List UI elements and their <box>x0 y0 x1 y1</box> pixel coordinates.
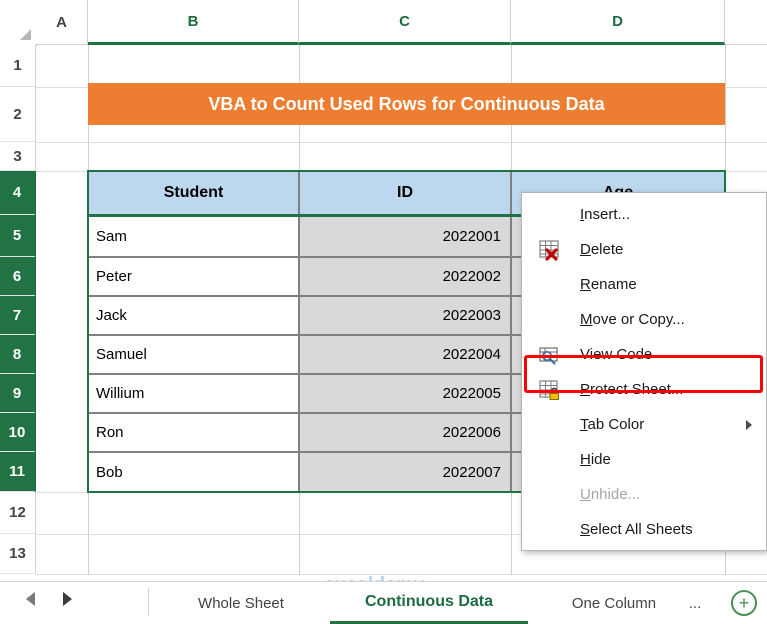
view-code-icon <box>538 343 562 367</box>
gridline <box>36 142 767 143</box>
table-row[interactable]: 2022003 <box>299 296 511 335</box>
excel-worksheet-window: A B C D 1 2 3 4 5 6 7 8 9 10 11 12 13 VB… <box>0 0 767 624</box>
table-row[interactable]: 2022004 <box>299 335 511 374</box>
row-header-6[interactable]: 6 <box>0 257 36 296</box>
select-all-triangle-icon <box>20 29 31 40</box>
context-menu-item-tab-color[interactable]: Tab Color <box>522 407 766 442</box>
row-header-8[interactable]: 8 <box>0 335 36 374</box>
table-row[interactable]: Samuel <box>88 335 299 374</box>
table-row[interactable]: Jack <box>88 296 299 335</box>
sheet-tab-bar: Whole Sheet Continuous Data One Column .… <box>0 581 767 624</box>
protect-sheet-icon <box>538 378 562 402</box>
column-header-d[interactable]: D <box>511 0 725 45</box>
gridline <box>511 125 512 171</box>
row-header-12[interactable]: 12 <box>0 492 36 534</box>
context-menu-label: View Code <box>580 346 653 363</box>
context-menu-label: Rename <box>580 276 637 293</box>
context-menu-label: Protect Sheet... <box>580 381 684 398</box>
add-sheet-button[interactable]: + <box>731 590 757 616</box>
table-row[interactable]: Willium <box>88 374 299 413</box>
context-menu-item-insert[interactable]: Insert... <box>522 197 766 232</box>
row-header-10[interactable]: 10 <box>0 413 36 452</box>
context-menu-label: Tab Color <box>580 416 645 433</box>
row-header-1[interactable]: 1 <box>0 45 36 87</box>
row-header-2[interactable]: 2 <box>0 87 36 142</box>
gridline <box>511 492 512 574</box>
table-row[interactable]: 2022006 <box>299 413 511 452</box>
context-menu-label: Insert... <box>580 206 631 223</box>
sheet-tab-continuous-data[interactable]: Continuous Data <box>330 582 528 624</box>
sheet-tab-context-menu[interactable]: Insert... Delete Rename Move or Copy... <box>521 192 767 551</box>
table-row[interactable]: Bob <box>88 452 299 492</box>
table-row[interactable]: 2022005 <box>299 374 511 413</box>
gridline <box>299 125 300 171</box>
sheet-tab-overflow[interactable]: ... <box>682 582 708 624</box>
column-header-band: A B C D <box>0 0 767 46</box>
table-row[interactable]: Sam <box>88 215 299 257</box>
gridline <box>88 492 89 574</box>
gridline <box>36 574 767 575</box>
context-menu-label: Move or Copy... <box>580 311 685 328</box>
next-sheet-arrow-icon[interactable] <box>63 592 72 606</box>
select-all-corner[interactable] <box>0 0 37 46</box>
table-row[interactable]: 2022001 <box>299 215 511 257</box>
delete-sheet-icon <box>538 238 562 262</box>
row-header-7[interactable]: 7 <box>0 296 36 335</box>
table-header-student: Student <box>88 171 299 215</box>
gridline <box>299 492 300 574</box>
context-menu-label: Select All Sheets <box>580 521 693 538</box>
row-header-4[interactable]: 4 <box>0 171 36 215</box>
row-header-13[interactable]: 13 <box>0 534 36 574</box>
row-header-11[interactable]: 11 <box>0 452 36 492</box>
context-menu-item-delete[interactable]: Delete <box>522 232 766 267</box>
row-header-3[interactable]: 3 <box>0 142 36 171</box>
gridline <box>511 45 512 83</box>
table-row[interactable]: Ron <box>88 413 299 452</box>
gridline <box>88 125 89 171</box>
context-menu-item-unhide: Unhide... <box>522 477 766 512</box>
tab-separator <box>148 588 149 616</box>
context-menu-label: Delete <box>580 241 624 258</box>
table-row[interactable]: 2022002 <box>299 257 511 296</box>
title-banner: VBA to Count Used Rows for Continuous Da… <box>88 83 725 125</box>
sheet-tab-one-column[interactable]: One Column <box>548 582 680 624</box>
gridline <box>299 45 300 83</box>
sheet-tab-whole-sheet[interactable]: Whole Sheet <box>176 582 306 624</box>
context-menu-item-rename[interactable]: Rename <box>522 267 766 302</box>
context-menu-label: Unhide... <box>580 486 641 503</box>
column-header-c[interactable]: C <box>299 0 511 45</box>
context-menu-item-view-code[interactable]: View Code <box>522 337 766 372</box>
sheet-nav-arrows[interactable] <box>26 592 72 606</box>
table-header-id: ID <box>299 171 511 215</box>
context-menu-item-hide[interactable]: Hide <box>522 442 766 477</box>
column-header-a[interactable]: A <box>36 0 88 45</box>
context-menu-item-move-or-copy[interactable]: Move or Copy... <box>522 302 766 337</box>
prev-sheet-arrow-icon[interactable] <box>26 592 35 606</box>
context-menu-item-select-all-sheets[interactable]: Select All Sheets <box>522 512 766 547</box>
column-header-e[interactable] <box>725 0 767 45</box>
context-menu-label: Hide <box>580 451 611 468</box>
row-header-9[interactable]: 9 <box>0 374 36 413</box>
row-header-5[interactable]: 5 <box>0 215 36 257</box>
column-header-b[interactable]: B <box>88 0 299 45</box>
gridline <box>88 45 89 83</box>
context-menu-item-protect-sheet[interactable]: Protect Sheet... <box>522 372 766 407</box>
table-row[interactable]: Peter <box>88 257 299 296</box>
table-row[interactable]: 2022007 <box>299 452 511 492</box>
chevron-right-icon <box>746 419 752 430</box>
